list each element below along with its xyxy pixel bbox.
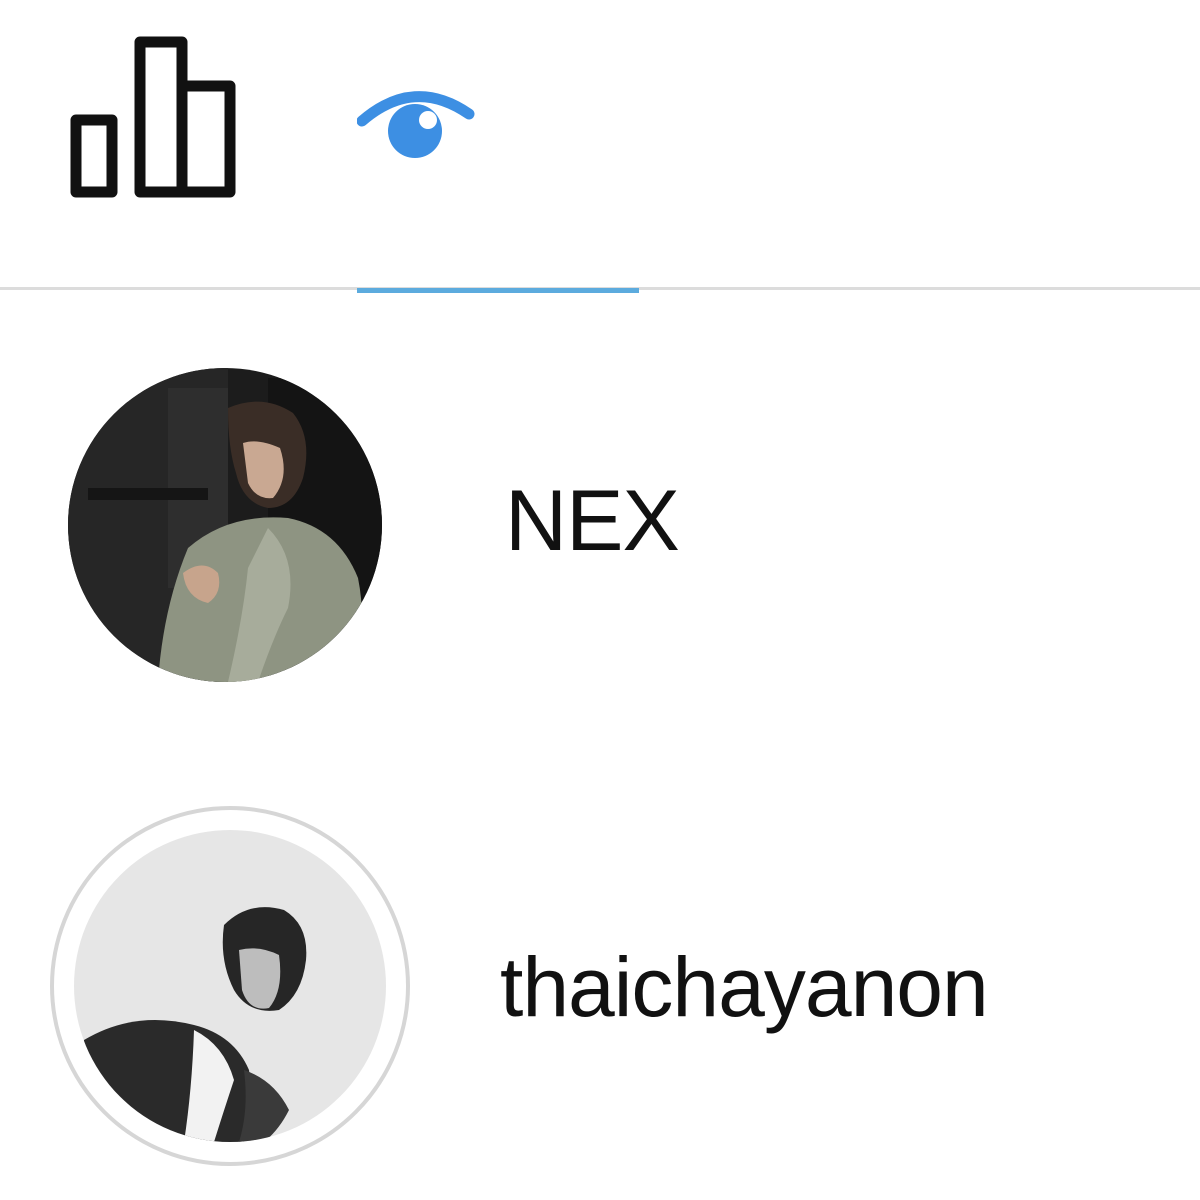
bar-chart-icon: [70, 36, 236, 198]
tab-insights[interactable]: [40, 0, 280, 290]
eye-icon: [357, 91, 475, 158]
avatar[interactable]: [74, 830, 386, 1142]
viewer-username: thaichayanon: [500, 940, 989, 1034]
story-tabs: [0, 0, 1200, 293]
list-item[interactable]: thaichayanon: [0, 800, 1200, 1200]
viewer-list: NEX thaichayanon: [0, 290, 1200, 1200]
avatar[interactable]: [68, 368, 382, 682]
list-item[interactable]: NEX: [0, 360, 1200, 690]
tab-viewers[interactable]: [357, 0, 639, 293]
viewer-username: NEX: [505, 473, 680, 569]
